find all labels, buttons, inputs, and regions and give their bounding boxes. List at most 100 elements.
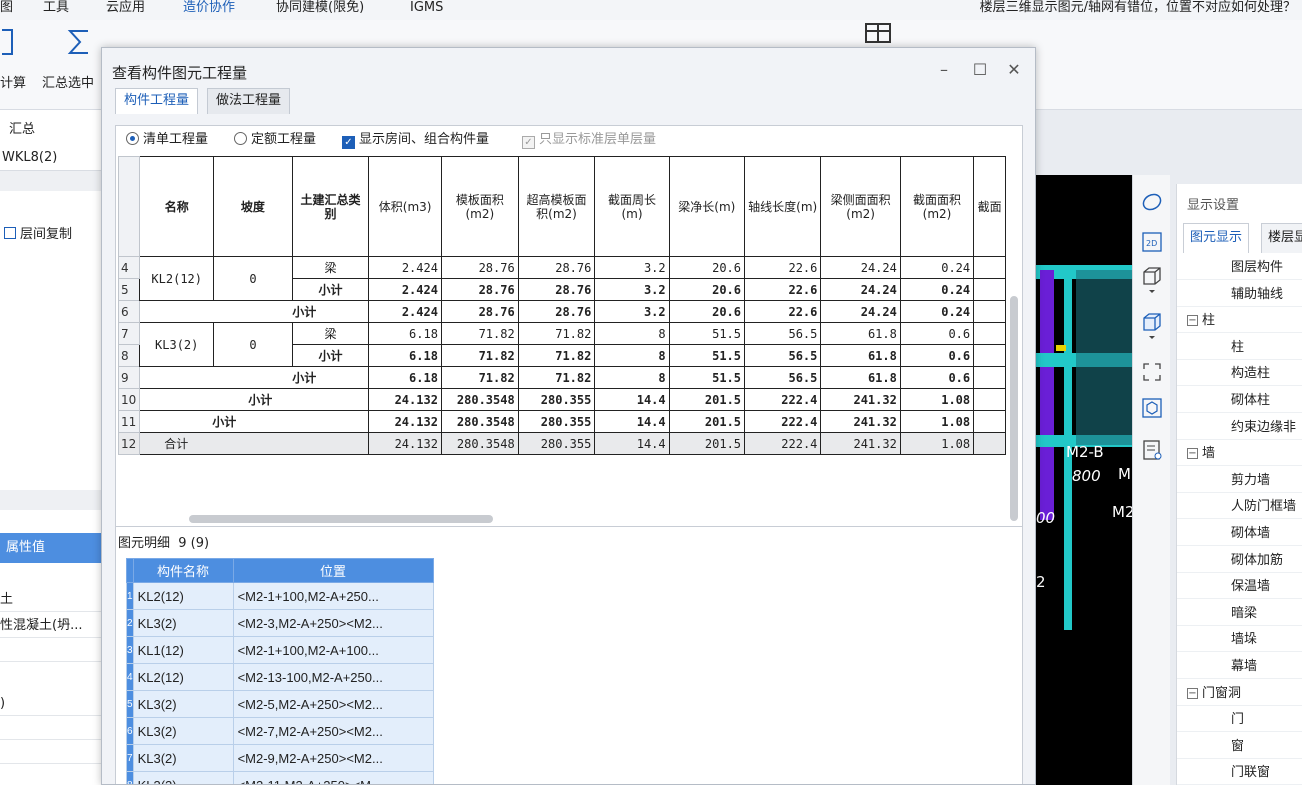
- fullscreen-icon[interactable]: [1141, 361, 1163, 383]
- property-row-empty[interactable]: [0, 740, 112, 764]
- tree-item[interactable]: 窗: [1177, 735, 1302, 759]
- menu-item-cost-collab[interactable]: 造价协作: [183, 0, 235, 16]
- bill-qty-radio[interactable]: 清单工程量: [126, 130, 208, 150]
- property-value[interactable]: 土: [0, 588, 112, 612]
- detail-position: <M2-1+100,M2-A+250...: [232, 582, 434, 610]
- detail-row[interactable]: 7 KL3(2) <M2-9,M2-A+250><M2...: [126, 744, 434, 772]
- table-row[interactable]: 7 KL3(2) 0 梁 6.18 71.82 71.82 8 51.5 56.5 61.8 0.6: [118, 322, 1006, 367]
- quantity-cell: 20.6: [668, 256, 746, 279]
- col-header-volume[interactable]: 体积(m3): [368, 156, 442, 257]
- close-button[interactable]: ✕: [1004, 60, 1024, 79]
- tree-item-label: 墙: [1202, 446, 1216, 462]
- detail-row[interactable]: 5 KL3(2) <M2-5,M2-A+250><M2...: [126, 690, 434, 718]
- collapse-icon[interactable]: −: [1187, 448, 1198, 460]
- horizontal-scrollbar[interactable]: [189, 515, 493, 523]
- detail-row[interactable]: 2 KL3(2) <M2-3,M2-A+250><M2...: [126, 609, 434, 637]
- sum-select-button[interactable]: 汇总选中: [42, 72, 94, 91]
- quantity-cell: 24.24: [820, 278, 901, 301]
- col-header-axis-length[interactable]: 轴线长度(m): [744, 156, 822, 257]
- 3d-viewport[interactable]: M2-B M2-A 800 M2-13 00 2: [1036, 175, 1132, 785]
- detail-row[interactable]: 4 KL2(12) <M2-13-100,M2-A+250...: [126, 663, 434, 691]
- col-header-section[interactable]: 截面: [973, 156, 1006, 257]
- col-header-name[interactable]: 名称: [139, 156, 215, 257]
- col-header-position[interactable]: 位置: [232, 558, 434, 583]
- tab-method-qty[interactable]: 做法工程量: [207, 88, 291, 114]
- menu-item-view[interactable]: 图: [0, 0, 13, 16]
- tree-item[interactable]: 剪力墙: [1177, 469, 1302, 493]
- grid-table-icon[interactable]: [850, 22, 910, 48]
- col-header-slope[interactable]: 坡度: [213, 156, 293, 257]
- tree-item[interactable]: 构造柱: [1177, 362, 1302, 387]
- chevron-down-icon[interactable]: [1141, 287, 1163, 309]
- tree-item[interactable]: 门: [1177, 708, 1302, 733]
- tree-item[interactable]: 幕墙: [1177, 655, 1302, 679]
- tree-item[interactable]: 柱: [1177, 336, 1302, 360]
- collapse-icon[interactable]: −: [1187, 315, 1198, 327]
- table-row[interactable]: 6 小计 2.424 28.76 28.76 3.2 20.6 22.6 24.24 0.24: [118, 300, 1006, 323]
- menu-item-tools[interactable]: 工具: [43, 0, 69, 16]
- col-header-formwork[interactable]: 模板面积(m2): [440, 156, 519, 257]
- col-header-perimeter[interactable]: 截面周长(m): [594, 156, 670, 257]
- tree-item[interactable]: 砌体墙: [1177, 522, 1302, 546]
- 3d-box-icon[interactable]: [1141, 397, 1163, 419]
- maximize-button[interactable]: ☐: [970, 60, 990, 79]
- table-row[interactable]: 12 合计 24.132 280.3548 280.355 14.4 201.5 222.4 2…: [118, 432, 1006, 455]
- table-row[interactable]: 11 小计 24.132 280.3548 280.355 14.4 201.5 222.4 2…: [118, 410, 1006, 433]
- tree-item[interactable]: − 柱: [1177, 309, 1302, 334]
- menu-item-collab-model[interactable]: 协同建模(限免): [276, 0, 364, 16]
- tree-item[interactable]: − 门窗洞: [1177, 682, 1302, 706]
- property-row-empty[interactable]: [0, 716, 112, 740]
- vertical-scrollbar[interactable]: [1010, 296, 1018, 521]
- show-room-checkbox[interactable]: ✓ 显示房间、组合构件量: [342, 130, 489, 150]
- tree-item[interactable]: 辅助轴线: [1177, 283, 1302, 307]
- 2d-view-icon[interactable]: 2D: [1141, 231, 1163, 253]
- orbit-icon[interactable]: [1141, 191, 1163, 213]
- detail-row[interactable]: 1 KL2(12) <M2-1+100,M2-A+250...: [126, 582, 434, 610]
- detail-row[interactable]: 6 KL3(2) <M2-7,M2-A+250><M2...: [126, 717, 434, 745]
- chevron-down-icon[interactable]: [1141, 333, 1163, 355]
- tree-item[interactable]: 墙垛: [1177, 628, 1302, 653]
- table-row[interactable]: 4 KL2(12) 0 梁 2.424 28.76 28.76 3.2 20.6 22.6 24.2…: [118, 256, 1006, 301]
- tree-item[interactable]: 门联窗: [1177, 761, 1302, 785]
- property-value[interactable]: 性混凝土(坍...: [0, 614, 112, 638]
- col-header-high-formwork[interactable]: 超高模板面积(m2): [517, 156, 596, 257]
- table-row[interactable]: 10 小计 24.132 280.3548 280.355 14.4 201.5 222.4 2…: [118, 388, 1006, 411]
- property-row-empty[interactable]: [0, 638, 112, 662]
- quota-qty-radio[interactable]: 定额工程量: [234, 130, 316, 150]
- calc-button[interactable]: 计算: [0, 72, 26, 91]
- calc-icon[interactable]: [0, 28, 16, 56]
- current-element-field[interactable]: WKL8(2): [0, 145, 112, 171]
- menu-item-cloud[interactable]: 云应用: [106, 0, 145, 16]
- tab-component-qty[interactable]: 构件工程量: [115, 88, 199, 114]
- col-header-net-length[interactable]: 梁净长(m): [668, 156, 746, 257]
- cube-view-icon[interactable]: [1141, 265, 1163, 287]
- sum-icon[interactable]: [64, 28, 98, 56]
- tree-item[interactable]: − 墙: [1177, 442, 1302, 467]
- col-header-side-area[interactable]: 梁侧面面积(m2): [820, 156, 901, 257]
- help-tip-link[interactable]: 楼层三维显示图元/轴网有错位，位置不对应如何处理？: [980, 0, 1296, 16]
- tree-item[interactable]: 人防门框墙: [1177, 495, 1302, 520]
- detail-row[interactable]: 8 KL3(2) <M2-11,M2-A+250><M...: [126, 771, 434, 784]
- tree-item[interactable]: 保温墙: [1177, 575, 1302, 600]
- col-header-component-name[interactable]: 构件名称: [132, 558, 234, 583]
- tree-item[interactable]: 图层构件: [1177, 256, 1302, 280]
- table-row[interactable]: 9 小计 6.18 71.82 71.82 8 51.5 56.5 61.8 0.6: [118, 366, 1006, 389]
- tree-item[interactable]: 砌体柱: [1177, 389, 1302, 413]
- display-settings-icon[interactable]: [1141, 439, 1163, 461]
- minimize-button[interactable]: –: [934, 60, 954, 79]
- floor-copy-icon: [4, 227, 16, 239]
- collapse-icon[interactable]: −: [1187, 687, 1198, 699]
- tree-item[interactable]: 砌体加筋: [1177, 549, 1302, 573]
- floor-copy-button[interactable]: 层间复制: [0, 223, 112, 247]
- cube-solid-icon[interactable]: [1141, 311, 1163, 333]
- quantity-grid[interactable]: 名称 坡度 土建汇总类别 体积(m3) 模板面积(m2) 超高模板面积(m2) …: [118, 156, 1006, 472]
- col-header-section-area[interactable]: 截面面积(m2): [899, 156, 975, 257]
- property-value[interactable]: ): [0, 692, 112, 716]
- tree-item[interactable]: 约束边缘非: [1177, 416, 1302, 440]
- tree-item[interactable]: 暗梁: [1177, 602, 1302, 626]
- menu-item-igms[interactable]: IGMS: [410, 0, 443, 16]
- detail-row[interactable]: 3 KL1(12) <M2-1+100,M2-A+100...: [126, 636, 434, 664]
- col-header-category[interactable]: 土建汇总类别: [291, 156, 370, 257]
- tab-floor-display[interactable]: 楼层显: [1261, 223, 1302, 253]
- tab-element-display[interactable]: 图元显示: [1183, 223, 1250, 253]
